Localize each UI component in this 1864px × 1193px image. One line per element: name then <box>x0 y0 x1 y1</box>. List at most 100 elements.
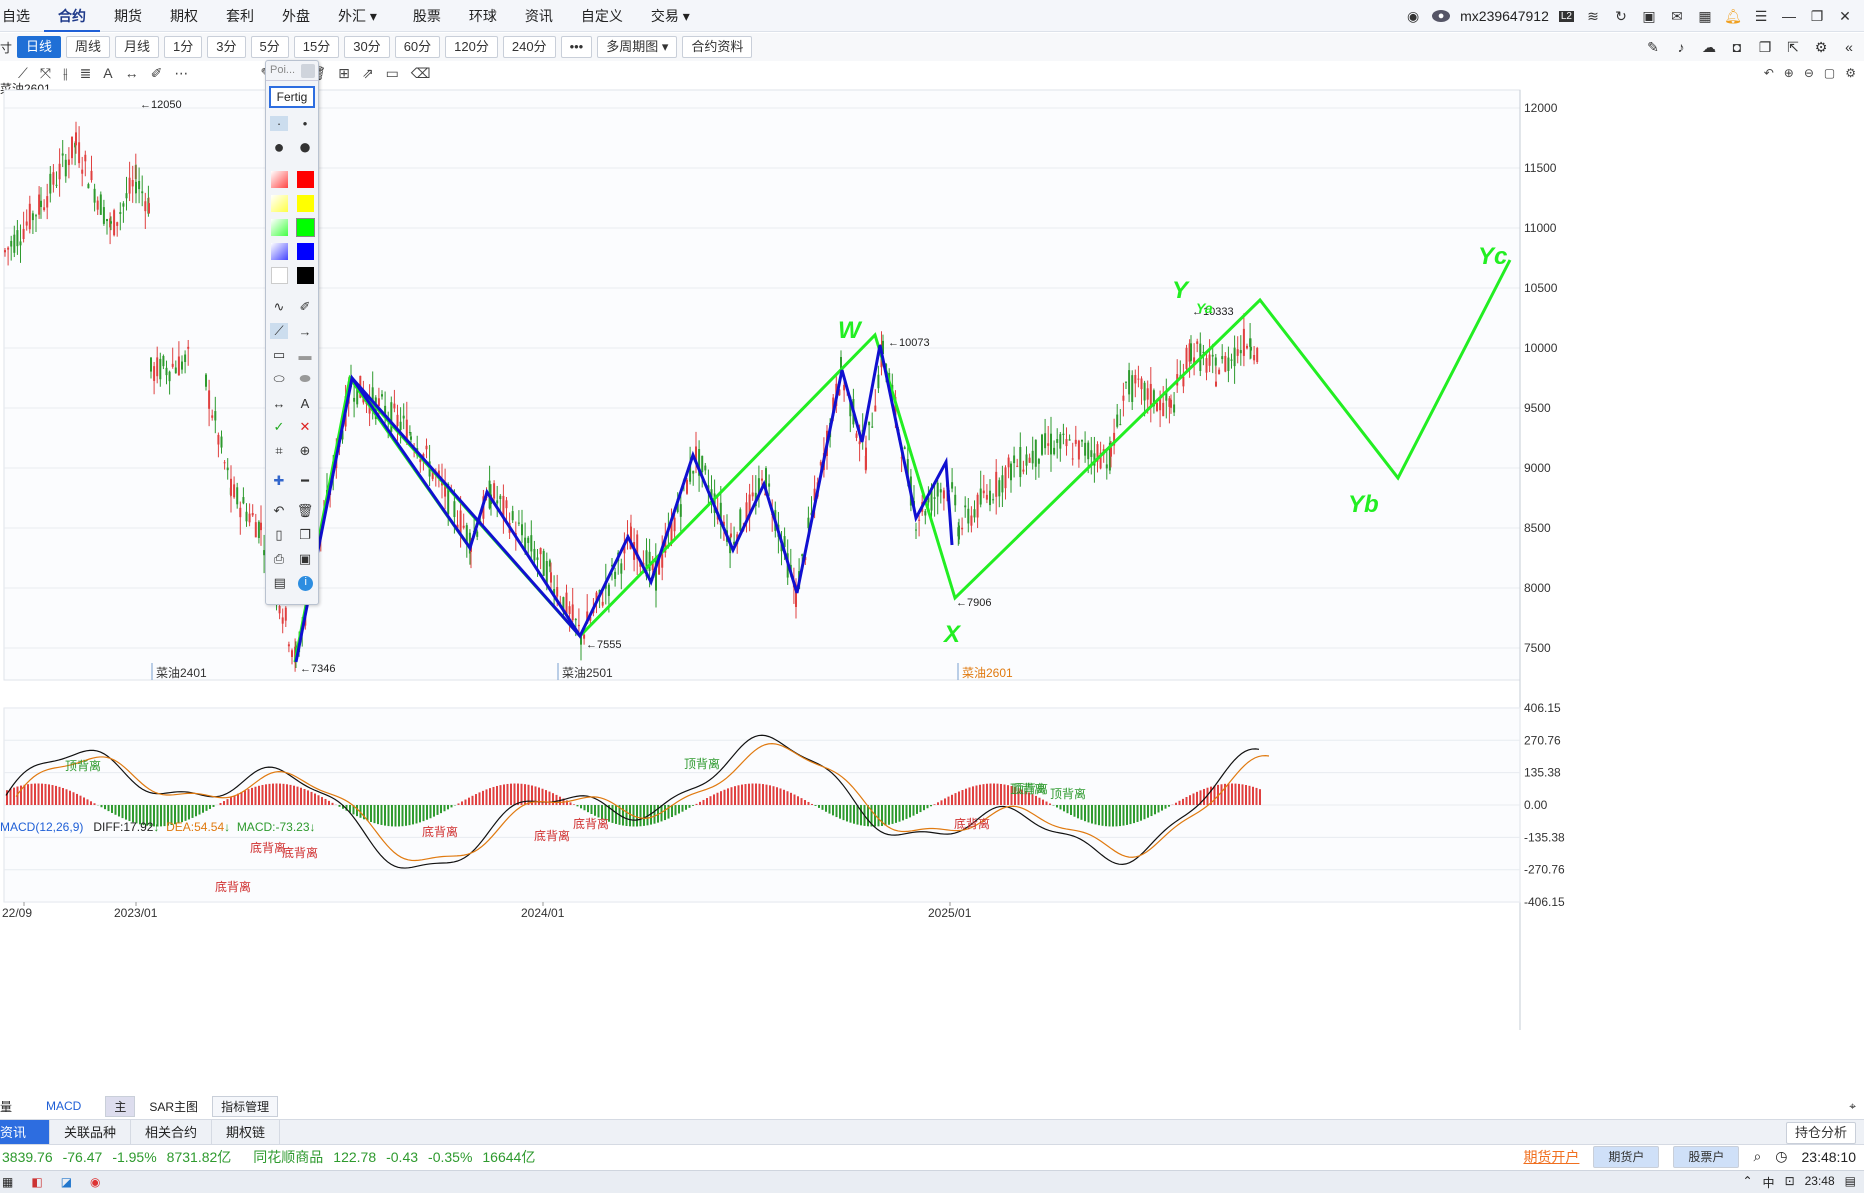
dot-small-icon[interactable]: · <box>270 115 288 131</box>
tab-macd[interactable]: MACD <box>38 1098 89 1114</box>
text-icon[interactable]: A <box>296 396 314 411</box>
macd-bar <box>219 802 222 805</box>
tab-news[interactable]: 资讯 <box>0 1119 50 1145</box>
macd-bar <box>1042 799 1044 805</box>
search-icon[interactable]: ⌕ <box>1753 1148 1761 1165</box>
candle-body <box>99 194 102 215</box>
macd-bar <box>1196 791 1198 805</box>
candle-body <box>1221 356 1224 360</box>
copy-doc-icon[interactable]: ❐ <box>296 527 314 543</box>
screen-icon[interactable]: ▤ <box>271 575 289 591</box>
app2-icon[interactable]: ◪ <box>61 1175 72 1189</box>
crop-icon[interactable]: ⌗ <box>270 443 288 459</box>
rect-icon[interactable]: ▭ <box>270 347 288 363</box>
undo-draw-icon[interactable]: ↶ <box>270 503 288 519</box>
macd-bar <box>1091 805 1093 824</box>
eraser-pen-icon[interactable]: ✐ <box>296 299 314 315</box>
hold-analysis-button[interactable]: 持仓分析 <box>1785 1122 1856 1144</box>
candle-body <box>46 196 49 208</box>
tab-volume[interactable]: 量 <box>0 1098 12 1115</box>
color-yellow-light[interactable] <box>270 194 288 212</box>
tab-sar[interactable]: SAR主图 <box>141 1097 206 1116</box>
line-icon[interactable]: ⟋ <box>270 323 288 339</box>
candle-body <box>13 234 16 253</box>
cross-icon[interactable]: ✕ <box>296 419 314 435</box>
minus-icon[interactable]: ━ <box>296 473 314 489</box>
delete-icon[interactable]: 🗑︎ <box>296 503 314 519</box>
color-blue[interactable] <box>296 242 314 260</box>
open-futures-link[interactable]: 期货开户 <box>1523 1147 1579 1167</box>
candle-body <box>565 592 568 615</box>
candle-body <box>187 346 190 349</box>
candle-body <box>936 482 939 497</box>
macd-bar <box>685 805 687 810</box>
save-icon[interactable]: ▣ <box>296 551 314 567</box>
macd-bar <box>727 788 729 805</box>
plus-icon[interactable]: ✚ <box>270 473 288 489</box>
macd-bar <box>1073 805 1076 817</box>
start-icon[interactable]: ▦ <box>2 1175 13 1189</box>
tab-options[interactable]: 期权链 <box>212 1119 281 1145</box>
macd-bar <box>1105 805 1107 827</box>
done-button[interactable]: Fertig <box>269 86 315 108</box>
macd-bar <box>723 789 726 805</box>
candle-body <box>1239 350 1242 354</box>
print-icon[interactable]: ⎙ <box>270 551 288 567</box>
dot-medium-icon[interactable]: • <box>296 116 314 131</box>
color-white[interactable] <box>270 266 288 284</box>
candle-body <box>399 421 402 431</box>
color-blue-light[interactable] <box>270 242 288 260</box>
indicator-manage-button[interactable]: 指标管理 <box>212 1095 279 1117</box>
color-black[interactable] <box>296 266 314 284</box>
location-icon[interactable]: ⌖ <box>1849 1099 1856 1114</box>
zoom-icon[interactable]: ⊕ <box>296 443 314 459</box>
stock-account-button[interactable]: 股票户 <box>1673 1145 1740 1168</box>
color-red[interactable] <box>296 170 314 188</box>
color-yellow[interactable] <box>296 194 314 212</box>
macd-bar <box>485 789 488 805</box>
color-red-light[interactable] <box>270 170 288 188</box>
notification-icon[interactable]: ▤ <box>1845 1174 1856 1191</box>
tab-main[interactable]: 主 <box>105 1095 136 1117</box>
macd-bar <box>975 785 978 805</box>
color-green-light[interactable] <box>270 218 288 236</box>
app1-icon[interactable]: ◧ <box>31 1175 42 1189</box>
macd-bar <box>90 801 92 805</box>
candle-body <box>239 507 242 518</box>
ellipse-icon[interactable]: ⬭ <box>270 371 288 387</box>
macd-bar <box>1070 805 1072 816</box>
candle-body <box>236 487 239 505</box>
arrow-icon[interactable]: → <box>296 324 314 339</box>
rect-filled-icon[interactable]: ▬ <box>296 348 314 363</box>
futures-account-button[interactable]: 期货户 <box>1593 1145 1660 1168</box>
index1-value[interactable]: 3839.76 <box>2 1149 53 1165</box>
candle-body <box>877 374 880 389</box>
info-icon[interactable]: i <box>298 575 314 591</box>
dot-large-icon[interactable]: ● <box>270 137 288 158</box>
tab-contracts[interactable]: 相关合约 <box>131 1119 213 1145</box>
chrome-icon[interactable]: ◉ <box>90 1175 100 1189</box>
tray-up-icon[interactable]: ⌃ <box>1742 1174 1752 1191</box>
macd-bar <box>254 786 257 805</box>
tab-related[interactable]: 关联品种 <box>50 1119 132 1145</box>
macd-bar <box>503 784 505 805</box>
candle-body <box>751 492 754 497</box>
ellipse-filled-icon[interactable]: ⬬ <box>296 371 314 387</box>
check-icon[interactable]: ✓ <box>270 419 288 435</box>
candle-body <box>226 467 229 471</box>
double-arrow-icon[interactable]: ↔ <box>270 396 288 411</box>
candle-body <box>113 210 116 236</box>
candle-body <box>1047 443 1050 446</box>
ime-indicator[interactable]: 中 <box>1763 1174 1775 1191</box>
color-green[interactable] <box>295 217 315 237</box>
macd-tick-label: 406.15 <box>1524 701 1561 715</box>
new-doc-icon[interactable]: ▯ <box>270 527 288 543</box>
panel-close-icon[interactable] <box>301 64 315 78</box>
macd-bar <box>1007 785 1009 805</box>
index2-name[interactable]: 同花顺商品 <box>253 1147 323 1167</box>
macd-bar <box>506 783 509 805</box>
network-icon[interactable]: ⊡ <box>1785 1174 1795 1191</box>
dot-xlarge-icon[interactable]: ● <box>296 134 314 160</box>
freehand-icon[interactable]: ∿ <box>270 299 288 315</box>
candle-body <box>75 132 77 146</box>
